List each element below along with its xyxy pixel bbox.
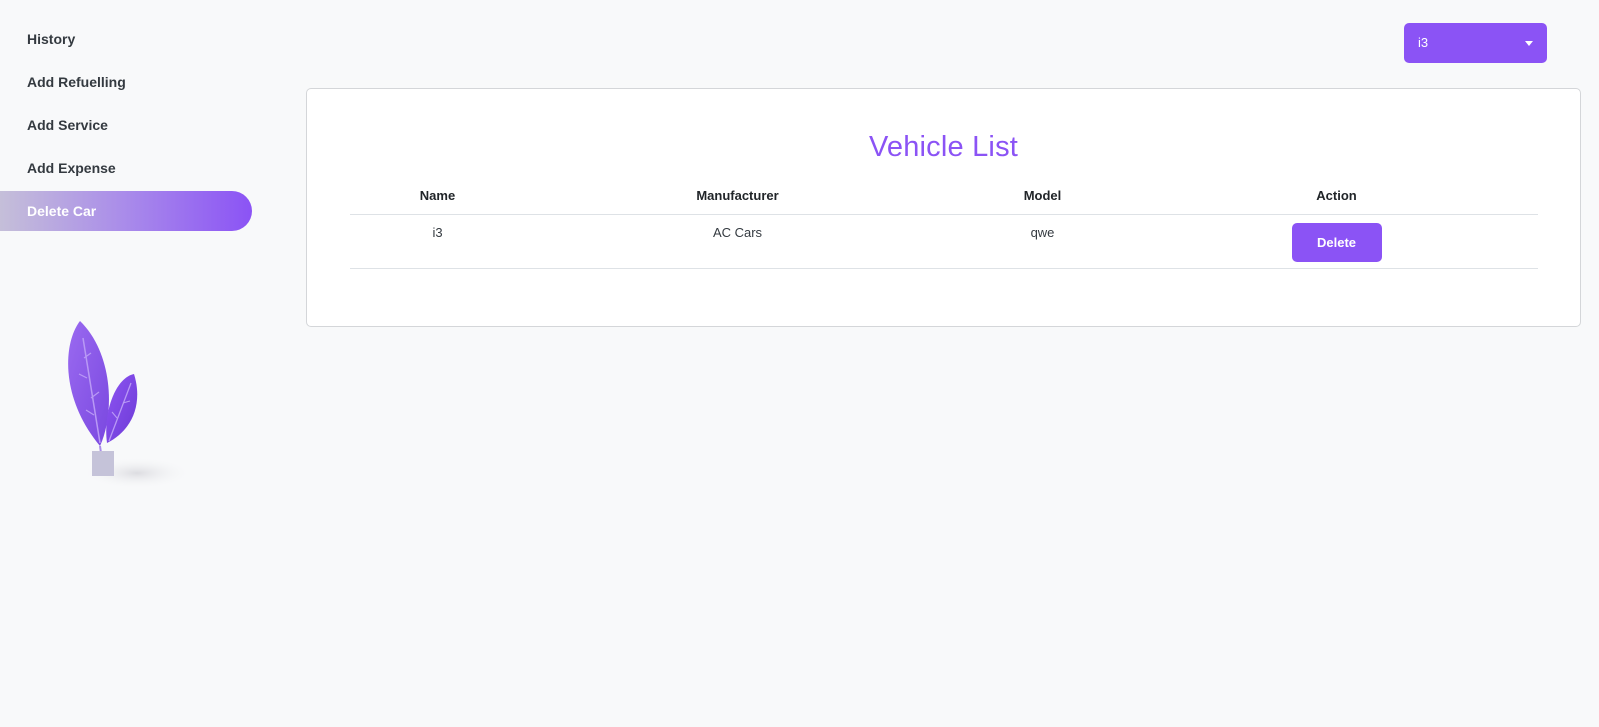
column-header-name: Name	[350, 177, 525, 215]
cell-name: i3	[350, 214, 525, 269]
vehicle-select-value: i3	[1418, 35, 1429, 50]
sidebar-item-delete-car[interactable]: Delete Car	[0, 191, 252, 231]
delete-button[interactable]: Delete	[1291, 223, 1382, 262]
sidebar-item-add-service[interactable]: Add Service	[0, 105, 252, 145]
column-header-action: Action	[1135, 177, 1538, 215]
sidebar-item-label: Add Expense	[27, 160, 116, 176]
vehicle-list-card: Vehicle List Name Manufacturer Model Act…	[306, 88, 1581, 327]
vehicle-table: Name Manufacturer Model Action i3 AC Car…	[350, 177, 1538, 269]
sidebar-item-add-expense[interactable]: Add Expense	[0, 148, 252, 188]
sidebar-item-add-refuelling[interactable]: Add Refuelling	[0, 62, 252, 102]
sidebar-item-label: Delete Car	[27, 203, 97, 219]
plant-icon	[55, 318, 205, 503]
cell-manufacturer: AC Cars	[525, 214, 950, 269]
sidebar-item-label: History	[27, 31, 76, 47]
cell-action: Delete	[1135, 214, 1538, 269]
caret-down-icon	[1525, 41, 1533, 46]
table-header-row: Name Manufacturer Model Action	[350, 177, 1538, 215]
vehicle-select[interactable]: i3	[1404, 23, 1547, 63]
page-title: Vehicle List	[868, 131, 1019, 163]
sidebar-nav: History Add Refuelling Add Service Add E…	[0, 19, 252, 234]
sidebar: History Add Refuelling Add Service Add E…	[0, 0, 260, 727]
table-row: i3 AC Cars qwe Delete	[350, 214, 1538, 269]
sidebar-item-label: Add Service	[27, 117, 108, 133]
column-header-model: Model	[950, 177, 1135, 215]
sidebar-item-label: Add Refuelling	[27, 74, 126, 90]
sidebar-item-history[interactable]: History	[0, 19, 252, 59]
column-header-manufacturer: Manufacturer	[525, 177, 950, 215]
cell-model: qwe	[950, 214, 1135, 269]
